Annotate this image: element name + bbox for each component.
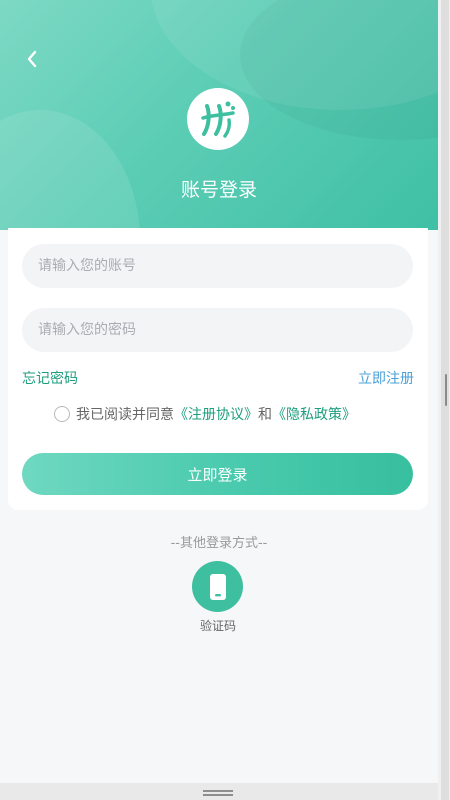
chevron-left-icon: [27, 50, 37, 68]
agreement-checkbox[interactable]: [54, 406, 70, 422]
header-decoration: [0, 110, 140, 230]
scrollbar-grip: [445, 374, 447, 406]
register-agreement-link[interactable]: 《注册协议》: [174, 404, 258, 424]
page-title: 账号登录: [180, 179, 257, 201]
phone-icon: [209, 573, 226, 600]
forgot-password-link[interactable]: 忘记密码: [22, 368, 78, 388]
logo-icon: [201, 101, 235, 138]
drag-handle[interactable]: [203, 790, 233, 796]
back-button[interactable]: [20, 46, 44, 72]
other-login-title: --其他登录方式--: [170, 536, 268, 551]
agreement-text: 我已阅读并同意: [76, 407, 174, 423]
login-form-card: 忘记密码 立即注册 我已阅读并同意 《注册协议》 和 《隐私政策》 立即登录: [8, 228, 428, 510]
agreement-and-text: 和: [258, 407, 272, 423]
header-decoration: [240, 0, 438, 140]
account-input[interactable]: [22, 244, 413, 288]
password-input[interactable]: [22, 308, 413, 352]
header-banner: 账号登录: [0, 0, 438, 230]
login-button[interactable]: 立即登录: [22, 453, 413, 495]
privacy-policy-link[interactable]: 《隐私政策》: [272, 404, 356, 424]
sms-login-button[interactable]: [192, 561, 243, 612]
agreement-row: 我已阅读并同意 《注册协议》 和 《隐私政策》: [54, 404, 356, 424]
register-link[interactable]: 立即注册: [358, 368, 414, 388]
app-logo: [187, 88, 249, 150]
login-page: 账号登录 忘记密码 立即注册 我已阅读并同意 《注册协议》 和 《隐私政策》 立…: [0, 0, 438, 783]
sms-login-label: 验证码: [199, 619, 236, 633]
